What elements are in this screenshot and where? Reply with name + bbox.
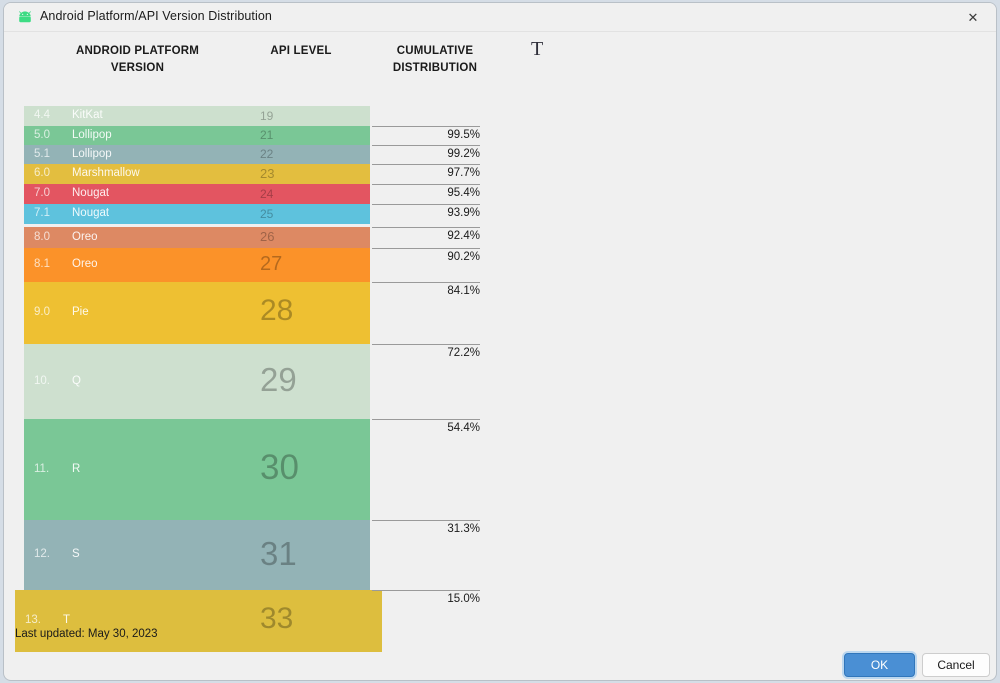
bar-api-level: 30 xyxy=(260,448,299,488)
cumulative-distribution-mark: 31.3% xyxy=(372,520,480,538)
bar-platform-version: 5.0 xyxy=(34,129,50,141)
bar-platform-name: T xyxy=(63,614,70,626)
bar-platform-version: 5.1 xyxy=(34,148,50,160)
distribution-bar-row: 13. T 33 xyxy=(15,590,382,652)
cumulative-distribution-mark: 99.5% xyxy=(372,126,480,144)
bar-api-level: 25 xyxy=(260,207,273,221)
bar-api-level: 31 xyxy=(260,535,297,573)
bar-platform-version: 6.0 xyxy=(34,167,50,179)
cumulative-distribution-value: 15.0% xyxy=(447,593,480,605)
cumulative-distribution-mark: 95.4% xyxy=(372,184,480,202)
cumulative-distribution-value: 95.4% xyxy=(447,187,480,199)
cumulative-distribution-value: 72.2% xyxy=(447,347,480,359)
cumulative-distribution-mark: 72.2% xyxy=(372,344,480,362)
android-robot-icon xyxy=(17,11,33,24)
close-icon[interactable]: ✕ xyxy=(950,3,996,32)
bar-platform-version: 9.0 xyxy=(34,306,50,318)
bar-platform-name: Nougat xyxy=(72,207,109,219)
release-info-panel: T New features Tablet and large screen s… xyxy=(504,32,997,681)
last-updated-label: Last updated: May 30, 2023 xyxy=(15,628,158,640)
bar-api-level: 24 xyxy=(260,187,273,201)
bar-platform-version: 13. xyxy=(25,614,41,626)
cumulative-distribution-value: 97.7% xyxy=(447,167,480,179)
distribution-bar-row: 9.0 Pie 28 xyxy=(24,282,370,344)
bar-api-level: 19 xyxy=(260,109,273,123)
bar-platform-version: 4.4 xyxy=(34,109,50,121)
bar-api-level: 33 xyxy=(260,602,293,636)
cumulative-distribution-mark: 54.4% xyxy=(372,419,480,437)
bar-api-level: 29 xyxy=(260,361,297,399)
cumulative-distribution-mark: 92.4% xyxy=(372,227,480,245)
distribution-bar-row: 6.0 Marshmallow 23 xyxy=(24,164,370,184)
bar-platform-version: 11. xyxy=(34,463,49,475)
bar-api-level: 23 xyxy=(260,166,274,181)
release-letter: T xyxy=(531,38,543,61)
bar-platform-name: R xyxy=(72,463,80,475)
cumulative-distribution-mark: 99.2% xyxy=(372,145,480,163)
bar-api-level: 26 xyxy=(260,229,274,244)
cumulative-distribution-mark: 97.7% xyxy=(372,164,480,182)
bar-platform-version: 12. xyxy=(34,548,50,560)
bar-platform-name: Oreo xyxy=(72,258,98,270)
chart-panel: ANDROID PLATFORM VERSION API LEVEL CUMUL… xyxy=(4,32,504,681)
cumulative-distribution-value: 92.4% xyxy=(447,230,480,242)
bar-platform-version: 7.1 xyxy=(34,207,50,219)
title-bar: Android Platform/API Version Distributio… xyxy=(4,3,996,32)
distribution-bar-row: 5.1 Lollipop 22 xyxy=(24,145,370,164)
cumulative-distribution-value: 54.4% xyxy=(447,422,480,434)
distribution-bar-row: 7.1 Nougat 25 xyxy=(24,204,370,224)
window-title: Android Platform/API Version Distributio… xyxy=(40,9,272,23)
cumulative-distribution-mark: 90.2% xyxy=(372,248,480,266)
bar-platform-name: Pie xyxy=(72,306,89,318)
bar-platform-name: Lollipop xyxy=(72,148,112,160)
cumulative-distribution-value: 99.5% xyxy=(447,129,480,141)
bar-platform-version: 8.1 xyxy=(34,258,50,270)
bar-platform-name: Oreo xyxy=(72,231,98,243)
cumulative-distribution-value: 84.1% xyxy=(447,285,480,297)
cumulative-distribution-value: 90.2% xyxy=(447,251,480,263)
distribution-bar-row: 8.1 Oreo 27 xyxy=(24,248,370,282)
distribution-bar-row: 10. Q 29 xyxy=(24,344,370,419)
cumulative-distribution-mark: 93.9% xyxy=(372,204,480,222)
cumulative-distribution-value: 31.3% xyxy=(447,523,480,535)
bar-platform-version: 8.0 xyxy=(34,231,50,243)
bar-platform-name: Lollipop xyxy=(72,129,112,141)
ok-button[interactable]: OK xyxy=(844,653,915,677)
bar-platform-version: 7.0 xyxy=(34,187,50,199)
distribution-bar-row: 12. S 31 xyxy=(24,520,370,590)
bar-api-level: 27 xyxy=(260,253,282,276)
bar-api-level: 28 xyxy=(260,294,293,328)
bar-platform-name: S xyxy=(72,548,80,560)
bar-platform-name: Q xyxy=(72,375,81,387)
distribution-bar-row: 8.0 Oreo 26 xyxy=(24,227,370,248)
cancel-button[interactable]: Cancel xyxy=(922,653,990,677)
distribution-bar-row: 4.4 KitKat 19 xyxy=(24,106,370,126)
bar-platform-name: Nougat xyxy=(72,187,109,199)
screen: Android Platform/API Version Distributio… xyxy=(0,0,1000,683)
distribution-bar-row: 7.0 Nougat 24 xyxy=(24,184,370,204)
bar-platform-name: Marshmallow xyxy=(72,167,140,179)
distribution-bar-row: 11. R 30 xyxy=(24,419,370,520)
bar-platform-name: KitKat xyxy=(72,109,103,121)
bar-platform-version: 10. xyxy=(34,375,50,387)
bar-api-level: 21 xyxy=(260,128,273,142)
cumulative-distribution-mark: 84.1% xyxy=(372,282,480,300)
dialog-window: Android Platform/API Version Distributio… xyxy=(3,2,997,681)
distribution-bars: 4.4 KitKat 19 5.0 Lollipop 21 5.1 Lollipop 22 6.0… xyxy=(4,32,504,632)
cumulative-distribution-value: 93.9% xyxy=(447,207,480,219)
distribution-bar-row: 5.0 Lollipop 21 xyxy=(24,126,370,145)
bar-api-level: 22 xyxy=(260,147,273,161)
cumulative-distribution-mark: 15.0% xyxy=(372,590,480,608)
cumulative-distribution-value: 99.2% xyxy=(447,148,480,160)
